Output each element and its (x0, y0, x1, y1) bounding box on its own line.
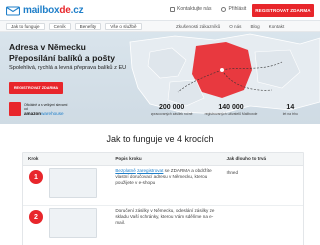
amazon-partner-badge: Oficiálně a s velkými slevami od amazonw… (9, 102, 67, 116)
step-duration: Ihned (226, 170, 239, 175)
hero-register-button[interactable]: REGISTROVAT ZDARMA (9, 82, 63, 94)
hero-title: Adresa v Německu Přeposílání balíků a po… (9, 42, 116, 63)
nav-item-pricing[interactable]: Ceník (48, 23, 71, 30)
register-link[interactable]: Bezplatně (115, 168, 135, 173)
nav-item-reviews[interactable]: Zkušenosti zákazníků (176, 24, 220, 29)
table-row: 2 Doručení zásilky v Německu, odeslání z… (23, 206, 303, 245)
hero-subtitle: Spolehlivá, rychlá a levná přeprava balí… (9, 65, 127, 71)
stat-item: 200 000 zpracovaných zásilek ročně (150, 104, 193, 116)
nav-item-benefits[interactable]: Benefity (74, 23, 102, 30)
nav-item-blog[interactable]: Blog (250, 24, 259, 29)
table-header: Krok Popis kroku Jak dlouho to trvá (23, 153, 303, 166)
table-row: 1 Bezplatně zaregistrovat se ZDARMA a ob… (23, 166, 303, 206)
step-description: Bezplatně zaregistrovat se ZDARMA a obdr… (115, 168, 212, 185)
contact-link[interactable]: Kontaktujte nás (170, 6, 211, 12)
stat-item: 14 let na trhu (282, 104, 298, 116)
chat-icon (170, 6, 175, 12)
amazon-warehouse-logo[interactable]: amazonwarehouse (24, 111, 67, 116)
step-illustration (49, 208, 97, 238)
badge-icon (9, 102, 21, 116)
step-duration (222, 206, 278, 245)
logo[interactable]: mailboxde.cz (6, 4, 84, 17)
main-nav: Jak to funguje Ceník Benefity Vše o služ… (0, 21, 320, 32)
register-button[interactable]: REGISTROVAT ZDARMA (252, 4, 314, 17)
top-bar: mailboxde.cz Kontaktujte nás Přihlásit R… (0, 0, 320, 21)
step-description: Doručení zásilky v Německu, odeslání zás… (115, 208, 215, 225)
nav-item-about-service[interactable]: Vše o službě (105, 23, 142, 30)
step-number: 2 (29, 210, 43, 224)
mailbox-logo-icon (6, 6, 20, 16)
nav-item-how-it-works[interactable]: Jak to funguje (6, 23, 45, 30)
logo-text: mailboxde.cz (23, 5, 84, 16)
steps-table: Krok Popis kroku Jak dlouho to trvá 1 Be… (22, 152, 304, 245)
step-illustration (49, 168, 97, 198)
user-icon (221, 6, 227, 12)
section-title: Jak to funguje ve 4 krocích (106, 134, 214, 144)
stats-strip: 200 000 zpracovaných zásilek ročně 140 0… (142, 104, 320, 124)
nav-item-contact[interactable]: Kontakt (269, 24, 285, 29)
top-links: Kontaktujte nás Přihlásit (170, 6, 246, 12)
stat-item: 140 000 registrovaných uživatelů Mailbox… (204, 104, 258, 116)
nav-item-about-us[interactable]: O nás (229, 24, 241, 29)
step-number: 1 (29, 170, 43, 184)
login-link[interactable]: Přihlásit (221, 6, 246, 12)
